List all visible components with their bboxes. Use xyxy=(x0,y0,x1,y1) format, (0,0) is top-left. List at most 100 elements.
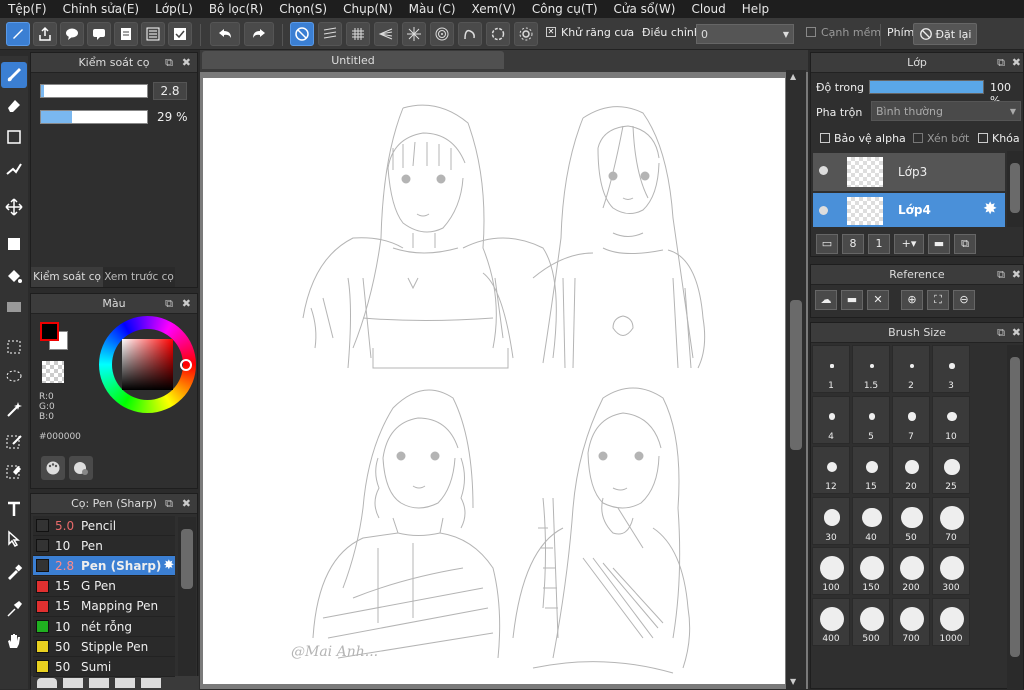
menu-item[interactable]: Lớp(L) xyxy=(147,2,201,16)
select-pen-tool-icon[interactable] xyxy=(1,428,27,454)
line-tool-icon[interactable] xyxy=(1,156,27,182)
brush-size-cell[interactable]: 500 xyxy=(852,597,890,646)
menu-item[interactable]: Bộ lọc(R) xyxy=(201,2,271,16)
close-reference-icon[interactable]: ✕ xyxy=(867,290,889,310)
eyedropper-tool-icon[interactable] xyxy=(1,559,27,585)
new-layer-1bit-icon[interactable]: 1 xyxy=(868,234,890,254)
drawing-canvas[interactable]: @Mai Anh... xyxy=(203,78,785,684)
brush-size-cell[interactable]: 20 xyxy=(892,446,930,494)
document-icon[interactable] xyxy=(114,22,138,46)
layer-settings-gear-icon[interactable]: ✸ xyxy=(983,199,997,219)
gradient-tool-icon[interactable] xyxy=(1,294,27,320)
rectangle-tool-icon[interactable] xyxy=(1,124,27,150)
close-icon[interactable]: ✖ xyxy=(1012,326,1021,339)
brush-list-item[interactable]: 2.8 Pen (Sharp) ✸ xyxy=(33,556,175,577)
menu-item[interactable]: Chọn(S) xyxy=(271,2,335,16)
brush-size-cell[interactable]: 4 xyxy=(812,395,850,444)
brush-settings-gear-icon[interactable]: ✸ xyxy=(163,558,174,573)
brush-size-cell[interactable]: 7 xyxy=(892,395,930,444)
brush-list-item[interactable]: 15 Mapping Pen xyxy=(33,596,175,617)
tab-brush-preview[interactable]: Xem trước cọ xyxy=(103,267,175,287)
scroll-up-icon[interactable]: ▲ xyxy=(790,72,796,81)
bucket-tool-icon[interactable] xyxy=(1,263,27,289)
lasso-tool-icon[interactable] xyxy=(1,364,27,390)
brush-size-cell[interactable]: 2 xyxy=(892,345,930,393)
brush-size-cell[interactable]: 1.5 xyxy=(852,345,890,393)
menu-item[interactable]: Tệp(F) xyxy=(0,2,55,16)
menu-item[interactable]: Help xyxy=(734,2,777,16)
palette-icon[interactable] xyxy=(41,456,65,480)
brush-size-cell[interactable]: 70 xyxy=(932,496,970,545)
brush-size-cell[interactable]: 100 xyxy=(812,547,850,595)
brush-list-scrollbar[interactable] xyxy=(178,517,196,677)
menu-item[interactable]: Xem(V) xyxy=(464,2,524,16)
duplicate-layer-icon[interactable]: ⧉ xyxy=(954,234,976,254)
popout-icon[interactable]: ⧉ xyxy=(997,56,1005,70)
menu-item[interactable]: Màu (C) xyxy=(401,2,464,16)
brush-size-cell[interactable]: 5 xyxy=(852,395,890,444)
menu-item[interactable]: Cloud xyxy=(684,2,734,16)
saturation-value-square[interactable] xyxy=(122,339,173,390)
lock-checkbox[interactable] xyxy=(978,133,988,143)
redo-icon[interactable] xyxy=(244,22,274,46)
blend-mode-select[interactable]: Bình thường ▼ xyxy=(871,101,1021,121)
popout-icon[interactable]: ⧉ xyxy=(997,268,1005,282)
hand-tool-icon[interactable] xyxy=(1,628,27,654)
antialias-checkbox[interactable]: ✕ xyxy=(546,27,556,37)
brush-copy-icon[interactable] xyxy=(63,678,83,688)
protect-alpha-checkbox[interactable] xyxy=(820,133,830,143)
brush-list-item[interactable]: 5.0 Pencil xyxy=(33,516,175,536)
brush-opacity-slider[interactable] xyxy=(40,110,148,124)
no-snap-icon[interactable] xyxy=(290,22,314,46)
brush-size-cell[interactable]: 300 xyxy=(932,547,970,595)
curve-snap-icon[interactable] xyxy=(458,22,482,46)
dropper-tool-icon[interactable] xyxy=(1,596,27,622)
brush-size-cell[interactable]: 15 xyxy=(852,446,890,494)
brush-list-item[interactable]: 50 Sumi xyxy=(33,657,175,678)
brush-delete-icon[interactable] xyxy=(141,678,161,688)
comment-icon[interactable] xyxy=(60,22,84,46)
brush-size-cell[interactable]: 1000 xyxy=(932,597,970,646)
brush-size-cell[interactable]: 50 xyxy=(892,496,930,545)
brush-list-item[interactable]: 10 Pen xyxy=(33,536,175,557)
layer-row[interactable]: Lớp3 xyxy=(813,153,1005,191)
operation-tool-icon[interactable] xyxy=(1,526,27,552)
brush-size-cell[interactable]: 1 xyxy=(812,345,850,393)
smooth-edge-checkbox[interactable] xyxy=(806,27,816,37)
brush-size-slider[interactable] xyxy=(40,84,148,98)
menu-item[interactable]: Chụp(N) xyxy=(335,2,401,16)
menu-item[interactable]: Cửa sổ(W) xyxy=(606,2,684,16)
eye-icon[interactable] xyxy=(819,166,828,175)
hue-picker-handle[interactable] xyxy=(180,359,192,371)
ellipse-snap-icon[interactable] xyxy=(486,22,510,46)
brush-export-icon[interactable] xyxy=(115,678,135,688)
zoom-out-icon[interactable]: ⊖ xyxy=(953,290,975,310)
clipping-checkbox[interactable] xyxy=(913,133,923,143)
grid-snap-icon[interactable] xyxy=(346,22,370,46)
list-icon[interactable] xyxy=(141,22,165,46)
popout-icon[interactable]: ⧉ xyxy=(165,297,173,311)
document-tab[interactable]: Untitled xyxy=(202,51,504,69)
close-icon[interactable]: ✖ xyxy=(1012,56,1021,69)
canvas-vertical-scrollbar[interactable] xyxy=(786,70,806,689)
popout-icon[interactable]: ⧉ xyxy=(165,497,173,511)
brush-size-cell[interactable]: 12 xyxy=(812,446,850,494)
brush-list-item[interactable]: 10 nét rỗng xyxy=(33,617,175,637)
foreground-color-swatch[interactable] xyxy=(40,322,59,341)
tab-brush-control[interactable]: Kiểm soát cọ xyxy=(31,267,103,287)
close-icon[interactable]: ✖ xyxy=(182,56,191,69)
move-tool-icon[interactable] xyxy=(1,194,27,220)
cloud-upload-icon[interactable]: ☁ xyxy=(815,290,837,310)
fit-icon[interactable]: ⛶ xyxy=(927,290,949,310)
brush-size-cell[interactable]: 700 xyxy=(892,597,930,646)
brush-paste-icon[interactable] xyxy=(89,678,109,688)
select-eraser-tool-icon[interactable] xyxy=(1,458,27,484)
new-layer-8bit-icon[interactable]: 8 xyxy=(842,234,864,254)
brush-size-cell[interactable]: 200 xyxy=(892,547,930,595)
magic-wand-tool-icon[interactable] xyxy=(1,396,27,422)
select-rect-tool-icon[interactable] xyxy=(1,334,27,360)
fill-rect-tool-icon[interactable] xyxy=(1,231,27,257)
brush-size-scrollbar[interactable] xyxy=(1007,345,1023,690)
scroll-down-icon[interactable]: ▼ xyxy=(790,677,796,686)
close-icon[interactable]: ✖ xyxy=(182,497,191,510)
